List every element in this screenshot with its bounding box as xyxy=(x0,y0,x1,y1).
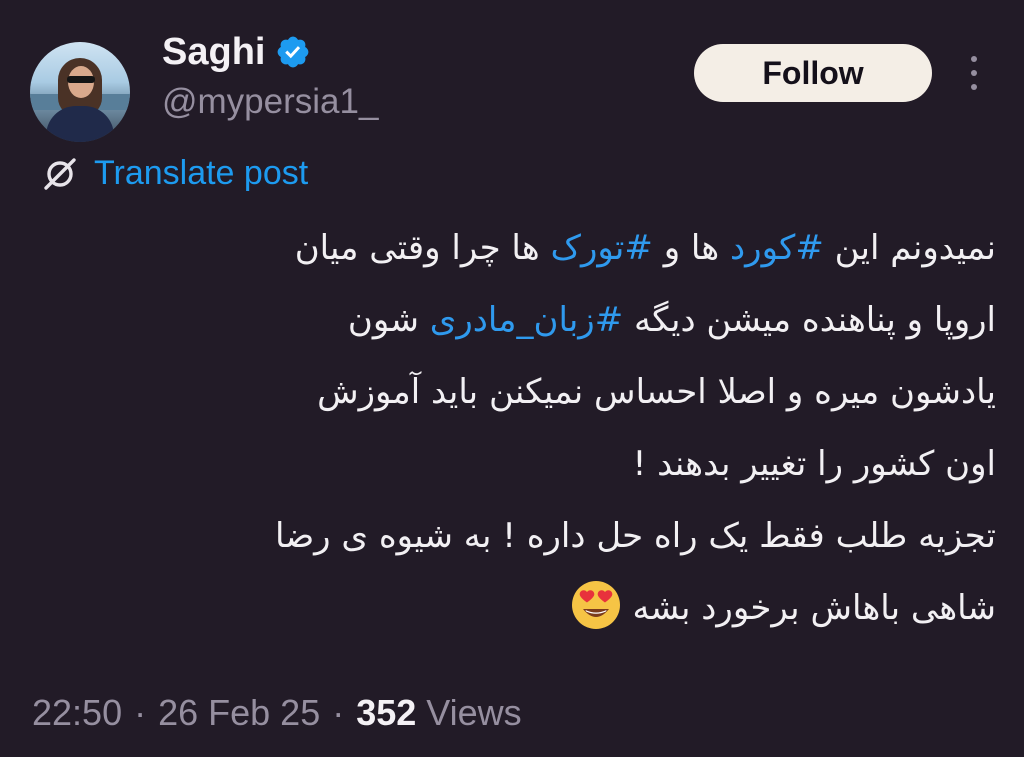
author-name-row[interactable]: Saghi xyxy=(162,28,311,76)
post-text-segment: ها و xyxy=(652,228,731,268)
views-label: Views xyxy=(426,692,522,733)
follow-button[interactable]: Follow xyxy=(694,44,932,102)
translate-icon xyxy=(44,158,76,190)
post-text-segment: اروپا و پناهنده میشن دیگه xyxy=(623,300,996,340)
post-text-segment: شون xyxy=(347,300,430,340)
avatar-body xyxy=(46,106,114,142)
author-handle[interactable]: @mypersia1_ xyxy=(162,82,378,122)
avatar[interactable] xyxy=(30,42,130,142)
post-time[interactable]: 22:50 xyxy=(32,692,122,734)
post-line: شاهی باهاش برخورد بشه xyxy=(40,572,996,644)
heart-eyes-emoji-icon xyxy=(571,580,620,629)
post-line: یادشون میره و اصلا احساس نمیکنن باید آمو… xyxy=(317,372,996,412)
post-line: اروپا و پناهنده میشن دیگه #زبان_مادری شو… xyxy=(40,284,996,356)
post-text: نمیدونم این #کورد ها و #تورک ها چرا وقتی… xyxy=(40,212,996,644)
hashtag-link[interactable]: #کورد xyxy=(730,228,824,268)
meta-separator: · xyxy=(332,692,345,733)
post-text-segment: ها چرا وقتی میان xyxy=(294,228,551,268)
hashtag-link[interactable]: #زبان_مادری xyxy=(430,300,623,340)
verified-badge-icon xyxy=(278,36,309,68)
more-dot xyxy=(971,84,977,90)
more-vertical-icon[interactable] xyxy=(964,56,984,90)
translate-post-link[interactable]: Translate post xyxy=(40,150,308,196)
post-date[interactable]: 26 Feb 25 xyxy=(158,692,320,734)
post-line: نمیدونم این #کورد ها و #تورک ها چرا وقتی… xyxy=(40,212,996,284)
meta-separator: · xyxy=(134,692,147,733)
post-meta: 22:50 · 26 Feb 25 · 352 Views xyxy=(32,688,522,738)
author-name[interactable]: Saghi xyxy=(162,31,265,74)
translate-post-label: Translate post xyxy=(94,153,309,192)
post-line: تجزیه طلب فقط یک راه حل داره ! به شیوه ی… xyxy=(274,516,996,556)
post-line: اون کشور را تغییر بدهند ! xyxy=(632,444,996,484)
more-dot xyxy=(971,56,977,62)
post-text-segment: شاهی باهاش برخورد بشه xyxy=(632,588,996,628)
views-count[interactable]: 352 xyxy=(356,692,416,734)
avatar-sunglasses xyxy=(67,76,95,83)
hashtag-link[interactable]: #تورک xyxy=(551,228,653,268)
post-text-segment: نمیدونم این xyxy=(823,228,996,268)
more-dot xyxy=(971,70,977,76)
